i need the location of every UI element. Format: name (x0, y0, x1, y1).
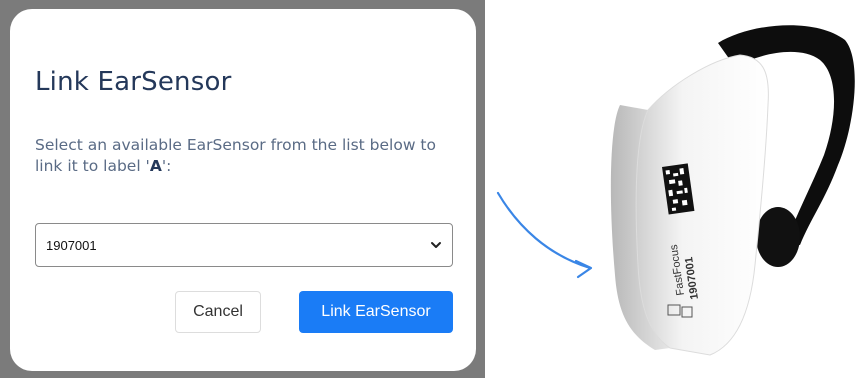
description-prefix: Select an available EarSensor from the l… (35, 136, 436, 175)
selected-earsensor: 1907001 (46, 237, 97, 253)
pointer-arrow-icon (496, 191, 593, 279)
device-body-shape (635, 54, 769, 356)
earsensor-select[interactable]: 1907001 (35, 223, 453, 267)
screenshot-stage: Link EarSensor Select an available EarSe… (0, 0, 856, 378)
chevron-down-icon (430, 239, 442, 251)
link-earsensor-dialog: Link EarSensor Select an available EarSe… (10, 9, 476, 371)
label-name: A (149, 157, 162, 175)
dialog-description: Select an available EarSensor from the l… (35, 135, 465, 177)
ear-tip-shape (756, 207, 800, 267)
earsensor-device-image: FastFocus 1907001 (610, 25, 855, 356)
cancel-button[interactable]: Cancel (175, 291, 261, 333)
link-earsensor-button[interactable]: Link EarSensor (299, 291, 453, 333)
dialog-title: Link EarSensor (35, 67, 232, 97)
description-suffix: ': (161, 157, 172, 175)
